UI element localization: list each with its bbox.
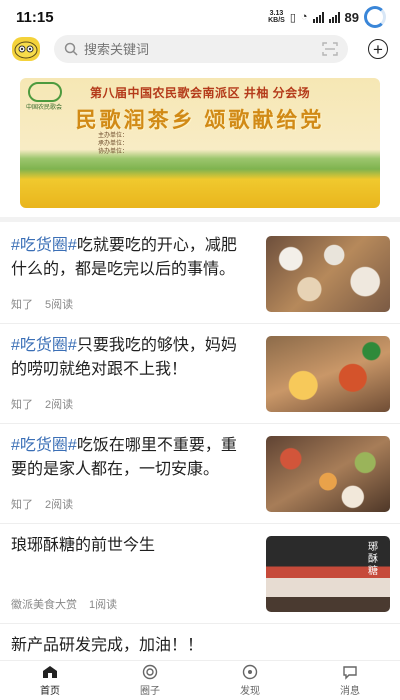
bottom-tab-bar: 首页 圈子 发现 消息	[0, 660, 400, 700]
plus-circle-icon[interactable]: +	[368, 39, 388, 59]
feed-item-title: #吃货圈#吃饭在哪里不重要，重要的是家人都在，一切安康。	[11, 437, 237, 478]
food-table-image	[266, 236, 390, 312]
feed-item-meta: 徽派美食大赏 1阅读	[11, 599, 118, 611]
net-speed: 3.13 KB/S	[268, 10, 285, 24]
search-input[interactable]	[84, 41, 322, 57]
avatar[interactable]	[12, 37, 40, 61]
message-icon	[341, 664, 359, 680]
feed-item[interactable]: 琅琊酥糖的前世今生 徽派美食大赏 1阅读 琊酥糖	[0, 524, 400, 624]
feed-item-title: #吃货圈#吃就要吃的开心，减肥什么的，都是吃完以后的事情。	[11, 237, 237, 278]
search-bar[interactable]	[54, 35, 348, 63]
banner-subtitle: 第八届中国农民歌会南派区 井柚 分会场	[90, 86, 311, 100]
battery-level: 89	[344, 9, 359, 25]
home-icon	[41, 664, 59, 679]
status-bar: 11:15 3.13 KB/S ▯ ◔ 89	[0, 0, 400, 34]
feed-item[interactable]: #吃货圈#吃饭在哪里不重要，重要的是家人都在，一切安康。 知了 2阅读	[0, 424, 400, 524]
wifi-icon: ◔	[300, 11, 308, 23]
vibrate-icon: ▯	[289, 11, 296, 24]
feed-item-title: #吃货圈#只要我吃的够快，妈妈的唠叨就绝对跟不上我！	[11, 337, 237, 378]
family-dinner-image	[266, 436, 390, 512]
banner-title: 民歌润茶乡 颂歌献给党	[75, 109, 325, 132]
feed-item-meta: 知了 5阅读	[11, 299, 74, 311]
top-bar: +	[0, 34, 400, 64]
feed-item[interactable]: #吃货圈#吃就要吃的开心，减肥什么的，都是吃完以后的事情。 知了 5阅读	[0, 224, 400, 324]
tab-home[interactable]: 首页	[0, 661, 100, 700]
feed-item-meta: 知了 2阅读	[11, 399, 74, 411]
feed-item-meta: 知了 2阅读	[11, 499, 74, 511]
mascot-icon	[14, 41, 38, 59]
signal-icon-1	[312, 11, 324, 23]
tab-circle[interactable]: 圈子	[100, 661, 200, 700]
candy-product-image: 琊酥糖	[266, 536, 390, 612]
status-time: 11:15	[16, 8, 54, 26]
banner[interactable]: 中国农民歌会 第八届中国农民歌会南派区 井柚 分会场 民歌润茶乡 颂歌献给党 主…	[20, 78, 380, 208]
battery-ring-icon	[364, 6, 386, 28]
signal-icon-2	[328, 11, 340, 23]
tab-discover[interactable]: 发现	[200, 661, 300, 700]
search-icon	[64, 42, 78, 56]
banner-info: 主办单位： 承办单位： 协办单位：	[98, 133, 129, 155]
eye-icon	[241, 664, 259, 679]
feed-list: #吃货圈#吃就要吃的开心，减肥什么的，都是吃完以后的事情。 知了 5阅读 #吃货圈…	[0, 224, 400, 664]
feed-item-title: 琅琊酥糖的前世今生	[11, 537, 156, 554]
feed-item-tag[interactable]: #吃货圈#	[11, 237, 77, 254]
feed-item-tag[interactable]: #吃货圈#	[11, 337, 77, 354]
barbecue-image	[266, 336, 390, 412]
status-icons: 3.13 KB/S ▯ ◔ 89	[268, 6, 386, 28]
feed-item[interactable]: #吃货圈#只要我吃的够快，妈妈的唠叨就绝对跟不上我！ 知了 2阅读	[0, 324, 400, 424]
circle-icon	[141, 664, 159, 679]
banner-logo-icon	[28, 82, 62, 102]
section-divider	[0, 217, 400, 222]
tab-messages[interactable]: 消息	[300, 661, 400, 700]
feed-item[interactable]: 新产品研发完成，加油！！	[0, 624, 400, 664]
candy-brand-text: 琊酥糖	[368, 542, 378, 577]
feed-item-title: 新产品研发完成，加油！！	[11, 637, 204, 654]
feed-item-tag[interactable]: #吃货圈#	[11, 437, 77, 454]
scan-icon[interactable]	[322, 42, 338, 56]
